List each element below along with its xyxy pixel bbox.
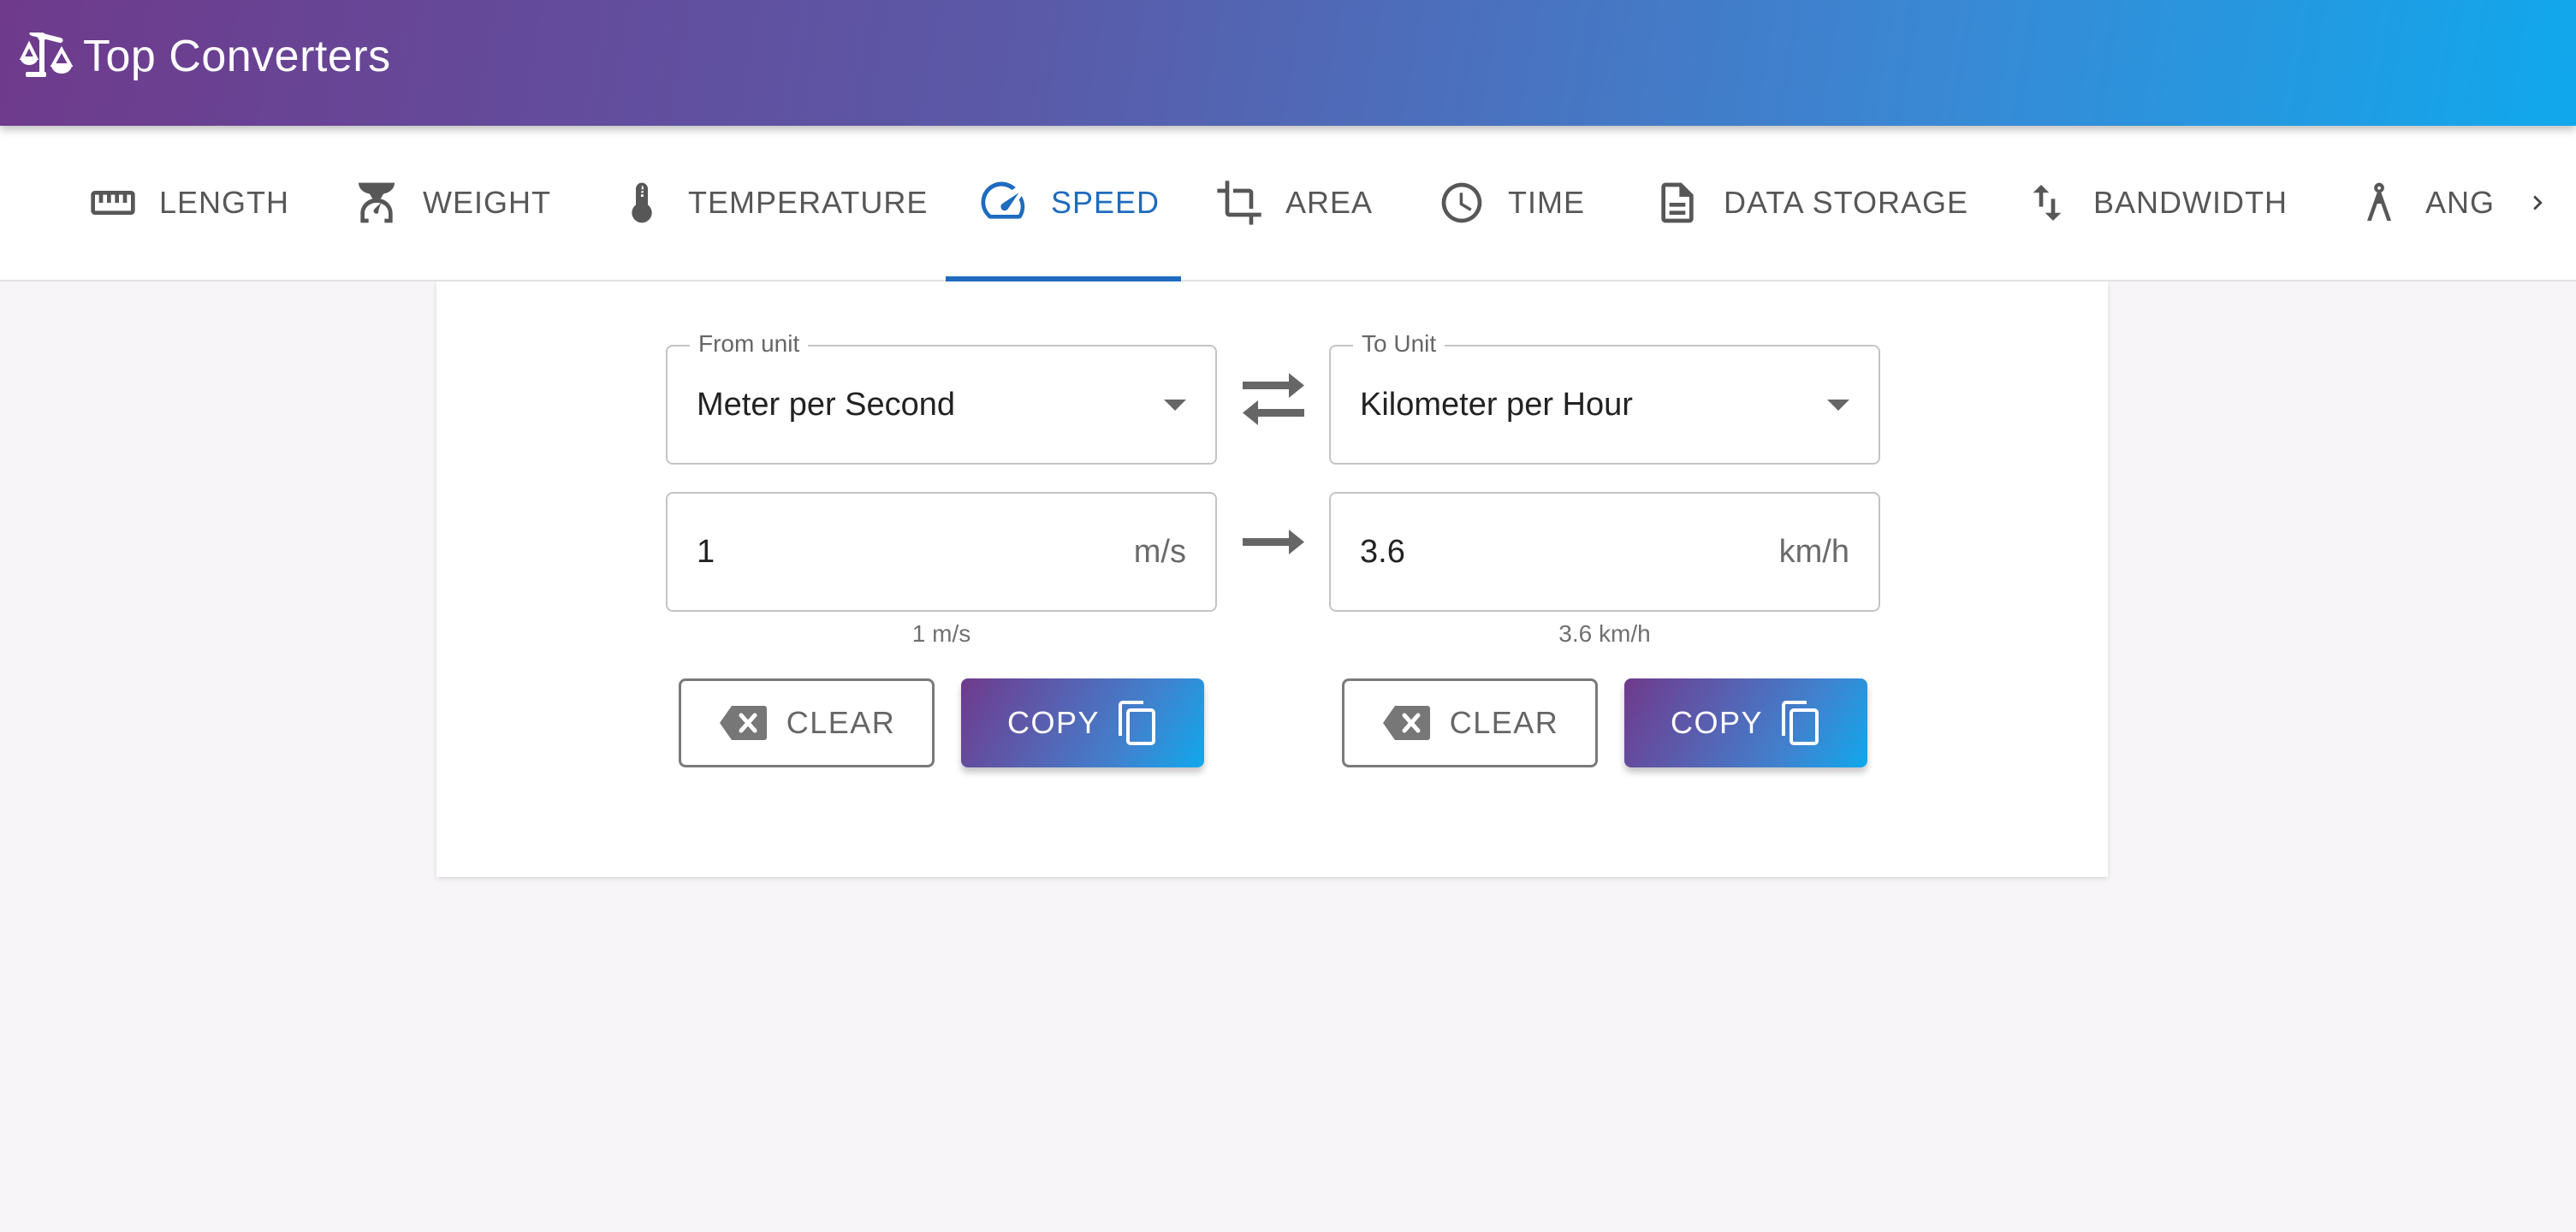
compass-icon xyxy=(2367,182,2391,221)
to-unit-symbol: km/h xyxy=(1778,534,1849,570)
tab-data-storage[interactable]: DATA STORAGE xyxy=(1653,126,1968,280)
tab-angle[interactable]: ANG xyxy=(2355,126,2495,280)
dropdown-caret-icon xyxy=(1827,400,1849,411)
to-unit-value: Kilometer per Hour xyxy=(1360,387,1633,423)
tab-label: SPEED xyxy=(1051,185,1160,220)
file-icon xyxy=(1661,182,1694,223)
app-title: Top Converters xyxy=(83,32,391,81)
swap-vertical-icon xyxy=(2033,185,2062,221)
tab-label: TEMPERATURE xyxy=(688,185,929,220)
dropdown-caret-icon xyxy=(1164,400,1186,411)
balance-scale-icon xyxy=(19,33,74,77)
tab-temperature[interactable]: TEMPERATURE xyxy=(618,126,928,280)
from-unit-select[interactable]: From unit Meter per Second xyxy=(666,329,1217,465)
clear-label: CLEAR xyxy=(1449,705,1559,740)
thermometer-icon xyxy=(632,182,652,223)
backspace-icon xyxy=(719,706,767,740)
copy-label: COPY xyxy=(1670,705,1764,740)
tab-label: TIME xyxy=(1508,185,1585,220)
tab-weight[interactable]: WEIGHT xyxy=(353,126,551,280)
tab-area[interactable]: AREA xyxy=(1215,126,1373,280)
from-unit-label: From unit xyxy=(690,329,809,358)
tab-speed[interactable]: SPEED xyxy=(981,126,1160,280)
ruler-icon xyxy=(91,191,135,215)
to-unit-label: To Unit xyxy=(1353,329,1445,358)
tab-label: LENGTH xyxy=(159,185,290,220)
copy-icon xyxy=(1119,701,1156,745)
arrow-right-icon xyxy=(1243,530,1304,554)
swap-units-icon[interactable] xyxy=(1239,371,1308,428)
tab-label: WEIGHT xyxy=(423,185,551,220)
backspace-icon xyxy=(1382,706,1430,740)
copy-icon xyxy=(1782,701,1819,745)
to-clear-button[interactable]: CLEAR xyxy=(1342,678,1598,767)
app-header: Top Converters xyxy=(0,0,2576,126)
clear-label: CLEAR xyxy=(786,705,896,740)
to-helper-text: 3.6 km/h xyxy=(1558,620,1651,647)
clock-icon xyxy=(1441,182,1482,223)
from-value-input[interactable] xyxy=(697,531,1039,572)
from-clear-button[interactable]: CLEAR xyxy=(679,678,935,767)
tab-time[interactable]: TIME xyxy=(1438,126,1585,280)
chevron-right-icon xyxy=(2533,195,2543,210)
tab-label: DATA STORAGE xyxy=(1724,185,1969,220)
speedometer-icon xyxy=(981,181,1025,219)
tab-label: AREA xyxy=(1285,185,1374,220)
to-value-input[interactable] xyxy=(1360,531,1702,572)
from-unit-symbol: m/s xyxy=(1133,534,1186,570)
to-copy-button[interactable]: COPY xyxy=(1624,678,1867,767)
to-unit-select[interactable]: To Unit Kilometer per Hour xyxy=(1329,329,1880,465)
active-tab-indicator xyxy=(946,276,1181,281)
copy-label: COPY xyxy=(1006,705,1101,740)
from-unit-value: Meter per Second xyxy=(697,387,956,423)
tab-bandwidth[interactable]: BANDWIDTH xyxy=(2023,126,2288,280)
scale-icon xyxy=(359,182,395,223)
tabs-scroll-right-button[interactable] xyxy=(2516,177,2559,228)
to-value-field[interactable]: km/h xyxy=(1329,492,1880,612)
category-tabs: LENGTH WEIGHT TEMPERATURE SPEED AREA TIM… xyxy=(0,126,2576,281)
from-value-field[interactable]: m/s xyxy=(666,492,1217,612)
from-copy-button[interactable]: COPY xyxy=(961,678,1204,767)
tab-label: BANDWIDTH xyxy=(2093,185,2288,220)
tab-label: ANG xyxy=(2425,185,2496,220)
from-helper-text: 1 m/s xyxy=(911,620,971,647)
crop-icon xyxy=(1217,181,1261,225)
tab-length[interactable]: LENGTH xyxy=(89,126,289,280)
